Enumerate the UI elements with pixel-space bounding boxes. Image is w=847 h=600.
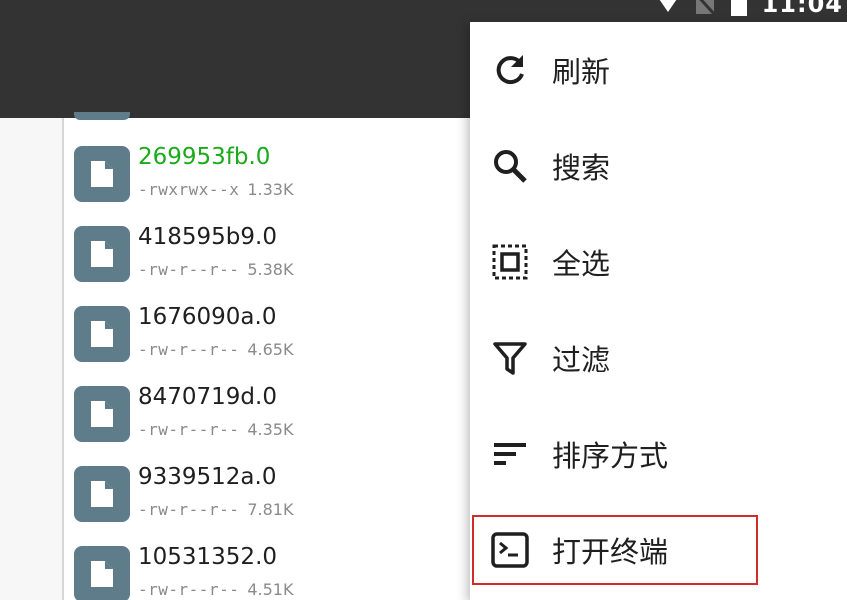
file-size: 5.38K bbox=[247, 260, 294, 279]
file-list[interactable]: 269953fb.0 -rwxrwx--x 1.33K 418595b9.0 -r… bbox=[62, 112, 484, 600]
file-row[interactable]: 8470719d.0 -rw-r--r-- 4.35K bbox=[74, 382, 474, 462]
file-size: 7.81K bbox=[247, 500, 294, 519]
battery-icon bbox=[730, 0, 748, 16]
sort-icon bbox=[490, 434, 530, 474]
menu-item-label: 刷新 bbox=[552, 55, 611, 89]
search-icon bbox=[490, 146, 530, 186]
file-meta: -rw-r--r-- 7.81K bbox=[138, 500, 293, 519]
file-permissions: -rw-r--r-- bbox=[138, 500, 240, 519]
select-all-icon bbox=[490, 242, 530, 282]
menu-item-label: 过滤 bbox=[552, 343, 611, 377]
file-icon bbox=[74, 546, 130, 600]
file-row[interactable]: 10531352.0 -rw-r--r-- 4.51K bbox=[74, 542, 474, 600]
file-name: 418595b9.0 bbox=[138, 224, 277, 250]
file-name: 10531352.0 bbox=[138, 544, 278, 570]
menu-item-search[interactable]: 搜索 bbox=[470, 118, 847, 214]
file-permissions: -rwxrwx--x bbox=[138, 180, 240, 199]
file-row[interactable]: 9339512a.0 -rw-r--r-- 7.81K bbox=[74, 462, 474, 542]
partial-file-icon bbox=[74, 112, 130, 120]
menu-item-sort[interactable]: 排序方式 bbox=[470, 406, 847, 502]
file-permissions: -rw-r--r-- bbox=[138, 340, 240, 359]
menu-item-open-terminal[interactable]: 打开终端 bbox=[472, 515, 758, 585]
file-name: 8470719d.0 bbox=[138, 384, 277, 410]
menu-item-label: 全选 bbox=[552, 247, 611, 281]
status-bar: 11:04 bbox=[656, 0, 847, 18]
menu-item-label: 搜索 bbox=[552, 151, 611, 185]
menu-item-filter[interactable]: 过滤 bbox=[470, 310, 847, 406]
file-icon bbox=[74, 306, 130, 362]
file-meta: -rwxrwx--x 1.33K bbox=[138, 180, 293, 199]
file-icon bbox=[74, 146, 130, 202]
file-icon bbox=[74, 386, 130, 442]
file-size: 4.35K bbox=[247, 420, 294, 439]
file-permissions: -rw-r--r-- bbox=[138, 260, 240, 279]
menu-item-label: 排序方式 bbox=[552, 439, 669, 473]
wifi-icon bbox=[656, 0, 680, 14]
file-meta: -rw-r--r-- 4.51K bbox=[138, 580, 293, 599]
file-permissions: -rw-r--r-- bbox=[138, 580, 240, 599]
overflow-menu: 刷新 搜索 全选 过滤 排序方式 打开终端 bbox=[470, 22, 847, 600]
file-size: 4.51K bbox=[247, 580, 294, 599]
file-permissions: -rw-r--r-- bbox=[138, 420, 240, 439]
list-gutter bbox=[0, 118, 62, 600]
no-sim-icon bbox=[694, 0, 716, 16]
file-row[interactable]: 418595b9.0 -rw-r--r-- 5.38K bbox=[74, 222, 474, 302]
file-meta: -rw-r--r-- 4.65K bbox=[138, 340, 293, 359]
menu-item-label: 打开终端 bbox=[552, 535, 669, 569]
screen: 11:04 269953fb.0 -rwxrwx--x 1.33K 418595b… bbox=[0, 0, 847, 600]
menu-item-refresh[interactable]: 刷新 bbox=[470, 22, 847, 118]
terminal-icon bbox=[490, 530, 530, 570]
file-icon bbox=[74, 226, 130, 282]
file-size: 1.33K bbox=[247, 180, 294, 199]
file-name: 269953fb.0 bbox=[138, 144, 271, 170]
refresh-icon bbox=[490, 50, 530, 90]
file-row[interactable]: 1676090a.0 -rw-r--r-- 4.65K bbox=[74, 302, 474, 382]
status-time: 11:04 bbox=[761, 0, 843, 18]
file-meta: -rw-r--r-- 4.35K bbox=[138, 420, 293, 439]
file-row[interactable]: 269953fb.0 -rwxrwx--x 1.33K bbox=[74, 142, 474, 222]
file-meta: -rw-r--r-- 5.38K bbox=[138, 260, 293, 279]
filter-icon bbox=[490, 338, 530, 378]
file-icon bbox=[74, 466, 130, 522]
menu-item-select-all[interactable]: 全选 bbox=[470, 214, 847, 310]
file-name: 1676090a.0 bbox=[138, 304, 277, 330]
file-name: 9339512a.0 bbox=[138, 464, 277, 490]
file-size: 4.65K bbox=[247, 340, 294, 359]
